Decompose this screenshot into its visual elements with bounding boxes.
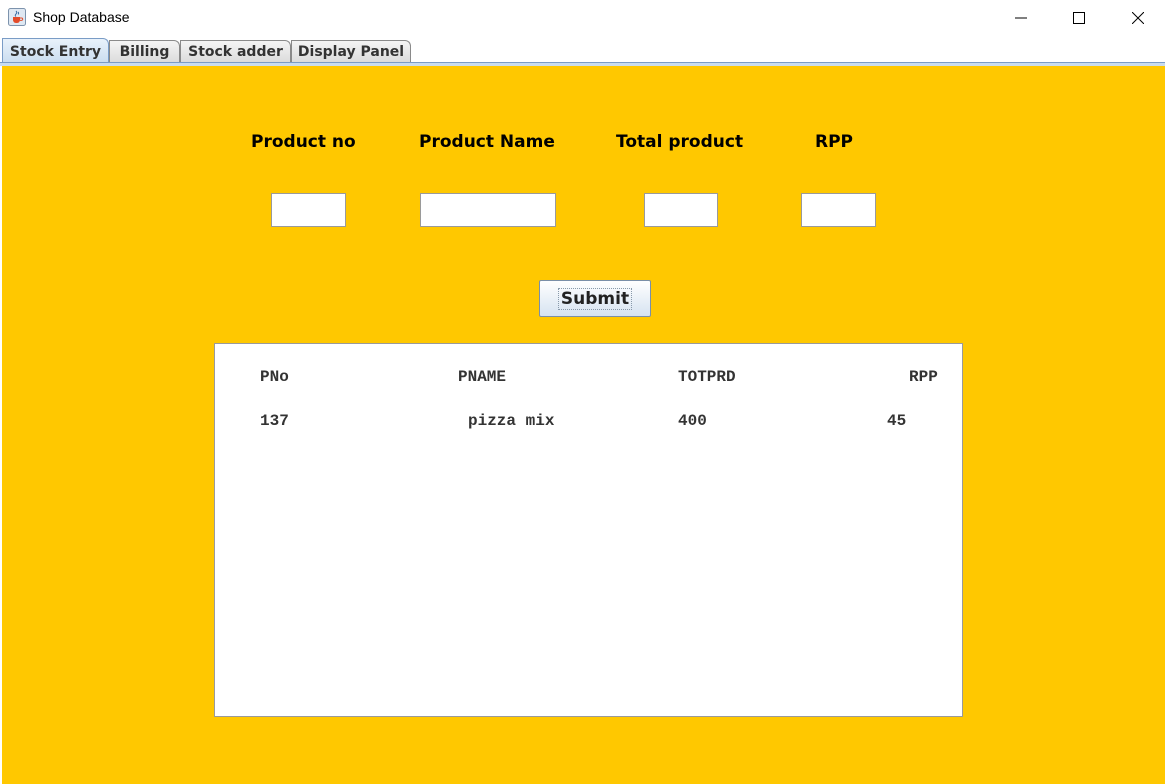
rpp-field[interactable] xyxy=(801,193,876,227)
table-cell-totprd: 400 xyxy=(678,412,707,430)
java-cup-icon xyxy=(8,8,26,26)
tab-billing[interactable]: Billing xyxy=(109,40,180,62)
tab-display-panel[interactable]: Display Panel xyxy=(291,40,411,62)
table-cell-pno: 137 xyxy=(260,412,289,430)
close-button[interactable] xyxy=(1115,0,1161,36)
stock-entry-panel: Product no Product Name Total product RP… xyxy=(2,66,1165,784)
app-window: Shop Database Stock Entry Billing Stock … xyxy=(0,0,1165,784)
tab-stock-adder[interactable]: Stock adder xyxy=(180,40,291,62)
close-icon xyxy=(1132,12,1144,24)
column-header-totprd: TOTPRD xyxy=(678,368,736,386)
submit-button[interactable]: Submit xyxy=(539,280,651,317)
title-bar[interactable]: Shop Database xyxy=(0,0,1165,36)
stock-text-area[interactable]: PNo PNAME TOTPRD RPP 137 pizza mix 400 4… xyxy=(214,343,963,717)
product-no-label: Product no xyxy=(251,132,356,152)
minimize-icon xyxy=(1015,17,1027,19)
column-header-pno: PNo xyxy=(260,368,289,386)
column-header-pname: PNAME xyxy=(458,368,507,386)
table-cell-pname: pizza mix xyxy=(468,412,555,430)
rpp-label: RPP xyxy=(815,132,854,152)
product-name-field[interactable] xyxy=(420,193,556,227)
table-cell-rpp: 45 xyxy=(887,412,907,430)
product-no-field[interactable] xyxy=(271,193,346,227)
total-product-label: Total product xyxy=(616,132,744,152)
submit-button-label: Submit xyxy=(557,287,633,310)
maximize-icon xyxy=(1073,12,1085,24)
minimize-button[interactable] xyxy=(998,0,1044,36)
product-name-label: Product Name xyxy=(419,132,555,152)
maximize-button[interactable] xyxy=(1056,0,1102,36)
window-title: Shop Database xyxy=(33,9,130,25)
tab-stock-entry[interactable]: Stock Entry xyxy=(2,38,109,64)
total-product-field[interactable] xyxy=(644,193,718,227)
column-header-rpp: RPP xyxy=(909,368,938,386)
